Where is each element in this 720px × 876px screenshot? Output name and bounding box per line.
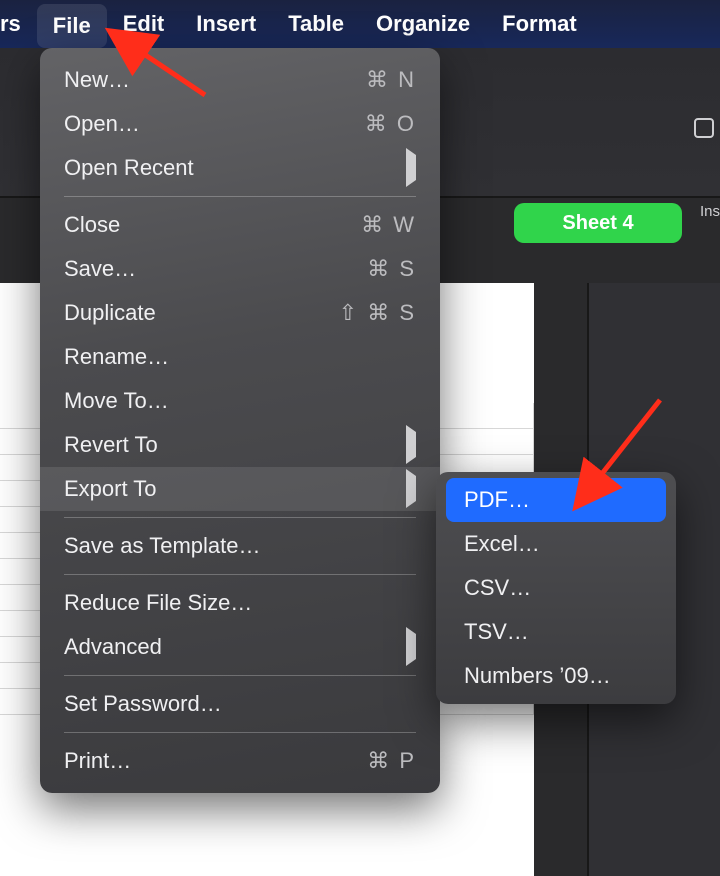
submenu-item-excel[interactable]: Excel…	[446, 522, 666, 566]
menu-item-move-to[interactable]: Move To…	[40, 379, 440, 423]
menubar-item-table[interactable]: Table	[272, 0, 360, 48]
export-to-submenu: PDF… Excel… CSV… TSV… Numbers ’09…	[436, 472, 676, 704]
submenu-item-tsv[interactable]: TSV…	[446, 610, 666, 654]
chevron-right-icon	[406, 432, 416, 458]
shortcut-print: ⌘ P	[346, 748, 416, 774]
insert-label: Ins	[700, 203, 720, 220]
menu-item-save[interactable]: Save… ⌘ S	[40, 247, 440, 291]
chevron-right-icon	[406, 634, 416, 660]
menu-item-new[interactable]: New… ⌘ N	[40, 58, 440, 102]
shortcut-open: ⌘ O	[346, 111, 416, 137]
shortcut-new: ⌘ N	[346, 67, 416, 93]
menubar: rs File Edit Insert Table Organize Forma…	[0, 0, 720, 48]
file-menu: New… ⌘ N Open… ⌘ O Open Recent Close ⌘ W…	[40, 48, 440, 793]
menubar-item-format[interactable]: Format	[486, 0, 593, 48]
menubar-item-app-partial: rs	[0, 0, 37, 48]
menu-item-open[interactable]: Open… ⌘ O	[40, 102, 440, 146]
menu-item-revert-to[interactable]: Revert To	[40, 423, 440, 467]
menubar-item-organize[interactable]: Organize	[360, 0, 486, 48]
menu-separator	[64, 732, 416, 733]
shortcut-save: ⌘ S	[346, 256, 416, 282]
menu-item-reduce-file-size[interactable]: Reduce File Size…	[40, 581, 440, 625]
submenu-item-csv[interactable]: CSV…	[446, 566, 666, 610]
toolbar-insert-fragment: Ins	[690, 48, 720, 198]
menu-separator	[64, 196, 416, 197]
menu-item-set-password[interactable]: Set Password…	[40, 682, 440, 726]
menu-item-close[interactable]: Close ⌘ W	[40, 203, 440, 247]
submenu-item-numbers09[interactable]: Numbers ’09…	[446, 654, 666, 698]
chevron-right-icon	[406, 155, 416, 181]
menubar-item-edit[interactable]: Edit	[107, 0, 181, 48]
sheet-tab-sheet4[interactable]: Sheet 4	[514, 203, 682, 243]
menu-item-print[interactable]: Print… ⌘ P	[40, 739, 440, 783]
menu-item-advanced[interactable]: Advanced	[40, 625, 440, 669]
menu-separator	[64, 675, 416, 676]
menu-item-save-as-template[interactable]: Save as Template…	[40, 524, 440, 568]
menu-item-duplicate[interactable]: Duplicate ⇧ ⌘ S	[40, 291, 440, 335]
menu-item-rename[interactable]: Rename…	[40, 335, 440, 379]
menubar-item-insert[interactable]: Insert	[180, 0, 272, 48]
menu-item-export-to[interactable]: Export To	[40, 467, 440, 511]
shortcut-duplicate: ⇧ ⌘ S	[339, 300, 416, 326]
menu-item-open-recent[interactable]: Open Recent	[40, 146, 440, 190]
submenu-item-pdf[interactable]: PDF…	[446, 478, 666, 522]
menu-separator	[64, 517, 416, 518]
shortcut-close: ⌘ W	[346, 212, 416, 238]
menubar-item-file[interactable]: File	[37, 4, 107, 48]
chevron-right-icon	[406, 476, 416, 502]
insert-icon[interactable]	[694, 118, 714, 138]
menu-separator	[64, 574, 416, 575]
